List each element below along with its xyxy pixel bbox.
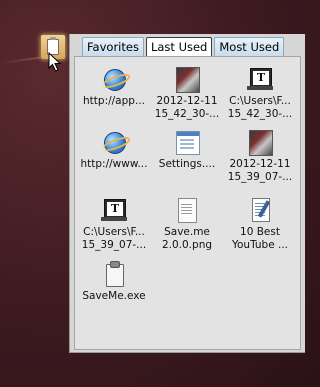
item-label-line2: YouTube ... [231,239,289,251]
clipboard-icon [100,260,128,288]
item-label-line2: 2.0.0.png [161,239,213,251]
text-tool-icon [246,65,274,93]
item-label-line2: 15_39_07-... [227,171,293,183]
list-item[interactable]: C:\Users\F... 15_42_30-... [223,65,297,121]
item-label: 2012-12-11 [156,95,218,107]
list-item[interactable]: 10 Best YouTube ... [223,196,297,252]
item-label: Save.me [164,226,210,238]
image-thumbnail-icon [173,65,201,93]
item-label: 2012-12-11 [229,158,291,170]
list-item[interactable]: http://www... [77,128,151,171]
tab-favorites[interactable]: Favorites [82,37,144,57]
tab-bar: Favorites Last Used Most Used [82,37,285,57]
image-file-icon [173,196,201,224]
item-label: C:\Users\F... [229,95,291,107]
tab-last-used[interactable]: Last Used [145,37,213,57]
internet-explorer-icon [100,65,132,93]
mouse-cursor-icon [48,52,62,72]
item-label-line2: 15_39_07-... [81,239,147,251]
internet-explorer-icon [100,128,132,156]
item-label-line2: 15_42_30-... [227,108,293,120]
tab-most-used[interactable]: Most Used [214,37,285,57]
recent-items-panel: Favorites Last Used Most Used http://app… [69,34,305,353]
item-label: SaveMe.exe [82,290,146,302]
item-label: C:\Users\F... [83,226,145,238]
item-label: http://www... [80,158,148,170]
text-document-icon [246,196,274,224]
list-item[interactable]: Save.me 2.0.0.png [150,196,224,252]
list-item[interactable]: http://app... [77,65,151,108]
list-item[interactable]: 2012-12-11 15_39_07-... [223,128,297,184]
item-label: http://app... [83,95,145,107]
list-item[interactable]: C:\Users\F... 15_39_07-... [77,196,151,252]
list-item[interactable]: 2012-12-11 15_42_30-... [150,65,224,121]
list-item[interactable]: SaveMe.exe [77,260,151,303]
item-label-line2: 15_42_30-... [154,108,220,120]
item-label: Settings.... [158,158,216,170]
list-item[interactable]: Settings.... [150,128,224,171]
text-tool-icon [100,196,128,224]
items-grid: http://app... 2012-12-11 15_42_30-... C:… [74,56,301,350]
item-label: 10 Best [240,226,280,238]
image-thumbnail-icon [246,128,274,156]
settings-window-icon [173,128,201,156]
